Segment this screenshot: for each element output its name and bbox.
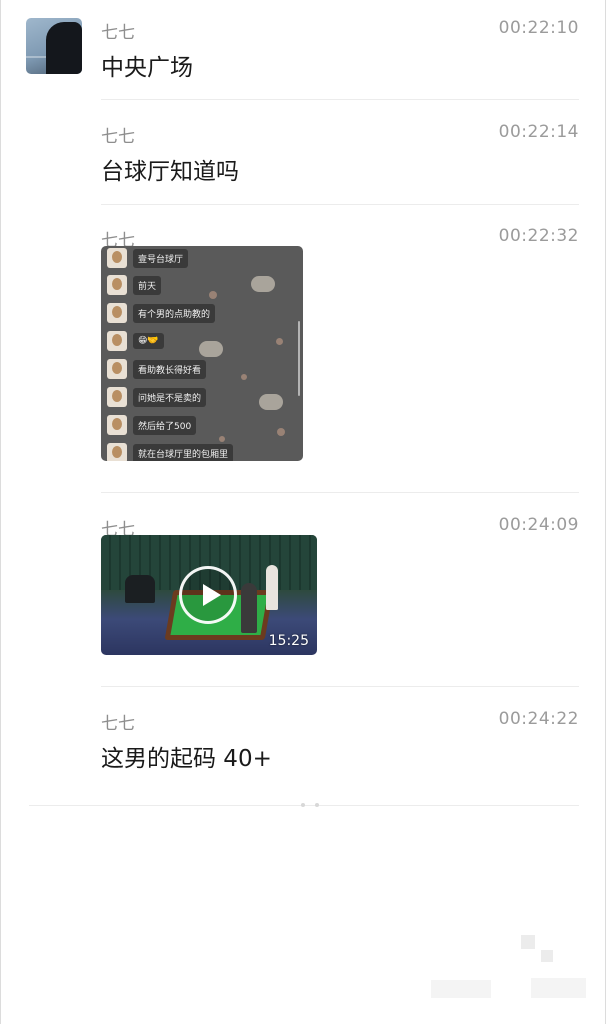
video-duration: 15:25 <box>268 633 309 649</box>
chat-bubble: 看助教长得好看 <box>133 359 207 379</box>
watermark-block <box>531 978 586 998</box>
video-scene-person <box>241 583 257 633</box>
sticker-decoration <box>259 394 283 410</box>
small-avatar <box>107 275 127 295</box>
watermark-block <box>541 950 553 962</box>
dot-decoration <box>219 436 225 442</box>
message-item[interactable]: 七七 00:22:10 中央广场 <box>101 18 579 88</box>
chat-line: 壹号台球厅 <box>107 248 189 268</box>
thumbnail-scrollbar <box>298 321 300 396</box>
small-avatar <box>107 387 127 407</box>
chat-bubble: 有个男的点助教的 <box>133 303 216 323</box>
sender-name: 七七 <box>101 23 135 43</box>
chat-line: 就在台球厅里的包厢里 <box>107 443 234 461</box>
sender-name: 七七 <box>101 127 135 147</box>
message-item: 七七 00:24:09 15:25 <box>101 515 579 667</box>
chat-bubble: 😁🤝 <box>133 333 164 349</box>
chat-bubble: 就在台球厅里的包厢里 <box>133 443 234 461</box>
small-avatar <box>107 415 127 435</box>
chat-line: 😁🤝 <box>107 331 164 351</box>
divider <box>101 686 579 687</box>
message-time: 00:22:32 <box>498 226 579 246</box>
sender-avatar[interactable] <box>26 18 82 74</box>
small-avatar <box>107 359 127 379</box>
message-time: 00:22:14 <box>498 122 579 142</box>
message-time: 00:22:10 <box>498 18 579 38</box>
message-text: 台球厅知道吗 <box>101 159 239 185</box>
dot-decoration <box>241 374 247 380</box>
small-avatar <box>107 248 127 268</box>
dot-decoration <box>277 428 285 436</box>
chat-line: 看助教长得好看 <box>107 359 207 379</box>
small-avatar <box>107 303 127 323</box>
chat-history-page: 七七 00:22:10 中央广场 七七 00:22:14 台球厅知道吗 七七 0… <box>0 0 606 1024</box>
message-time: 00:24:22 <box>498 709 579 729</box>
watermark-block <box>521 935 535 949</box>
chat-bubble: 问她是不是卖的 <box>133 387 207 407</box>
message-item[interactable]: 七七 00:24:22 这男的起码 40+ <box>101 709 579 779</box>
chat-line: 然后给了500 <box>107 415 197 435</box>
chat-line: 前天 <box>107 275 162 295</box>
video-thumbnail[interactable]: 15:25 <box>101 535 317 655</box>
sticker-decoration <box>251 276 275 292</box>
chat-bubble: 壹号台球厅 <box>133 248 189 268</box>
list-end-dots <box>301 803 319 807</box>
chat-bubble: 然后给了500 <box>133 415 197 435</box>
avatar-silhouette <box>46 22 82 74</box>
message-item: 七七 00:22:32 壹号台球厅 前天 有个男的点助教的 😁🤝 看助教长得好看… <box>101 226 579 472</box>
divider <box>101 99 579 100</box>
video-scene-sofa <box>125 575 155 603</box>
play-icon[interactable] <box>179 566 237 624</box>
dot-decoration <box>276 338 283 345</box>
video-scene-person <box>266 565 278 610</box>
message-item[interactable]: 七七 00:22:14 台球厅知道吗 <box>101 122 579 192</box>
chat-bubble: 前天 <box>133 275 162 295</box>
watermark-block <box>431 980 491 998</box>
divider <box>101 204 579 205</box>
message-text: 这男的起码 40+ <box>101 746 272 772</box>
dot-decoration <box>209 291 217 299</box>
chat-line: 问她是不是卖的 <box>107 387 207 407</box>
message-text: 中央广场 <box>101 55 193 81</box>
image-thumbnail[interactable]: 壹号台球厅 前天 有个男的点助教的 😁🤝 看助教长得好看 问她是不是卖的 然后给… <box>101 246 303 461</box>
chat-line: 有个男的点助教的 <box>107 303 216 323</box>
message-time: 00:24:09 <box>498 515 579 535</box>
small-avatar <box>107 443 127 461</box>
sender-name: 七七 <box>101 714 135 734</box>
sticker-decoration <box>199 341 223 357</box>
divider <box>101 492 579 493</box>
small-avatar <box>107 331 127 351</box>
